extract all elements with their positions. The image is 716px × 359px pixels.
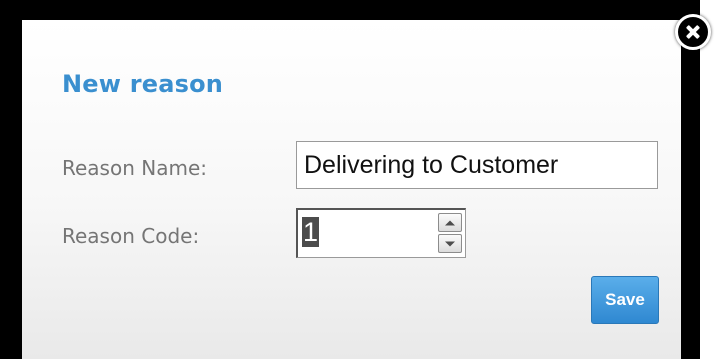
decrement-arrow-icon[interactable] — [438, 234, 462, 253]
save-button[interactable]: Save — [591, 276, 659, 324]
modal-border-right — [681, 30, 700, 359]
reason-code-label: Reason Code: — [62, 224, 200, 248]
modal-border-left — [0, 0, 22, 359]
close-icon[interactable] — [675, 14, 711, 50]
reason-name-label: Reason Name: — [62, 156, 207, 180]
dialog-title: New reason — [62, 70, 224, 98]
modal-overlay: New reason Reason Name: Reason Code: 1 S… — [0, 0, 716, 359]
reason-code-value[interactable]: 1 — [302, 217, 320, 247]
modal-border-top — [0, 0, 700, 20]
reason-code-stepper[interactable]: 1 — [296, 208, 466, 258]
reason-name-input[interactable] — [296, 141, 658, 189]
increment-arrow-icon[interactable] — [438, 213, 462, 232]
